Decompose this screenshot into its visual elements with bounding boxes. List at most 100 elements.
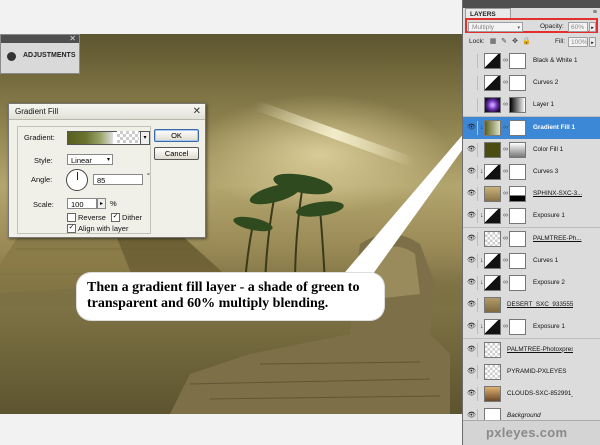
link-chain-icon[interactable]: ∞ bbox=[503, 190, 508, 197]
layer-row[interactable]: 👁 ↓ ∞ Curves 1 bbox=[463, 249, 600, 273]
layer-thumbnail[interactable] bbox=[484, 75, 501, 92]
layer-mask-thumbnail[interactable] bbox=[509, 319, 526, 336]
layer-thumbnail[interactable] bbox=[484, 252, 501, 269]
layer-thumbnail[interactable] bbox=[484, 53, 501, 69]
layer-name[interactable]: CLOUDS-SXC-852991_794... bbox=[507, 390, 573, 397]
layer-mask-thumbnail[interactable] bbox=[509, 53, 526, 69]
layer-row[interactable]: 👁 DESERT_SXC_933555_166... bbox=[463, 294, 600, 318]
eye-icon[interactable]: 👁 bbox=[466, 276, 478, 290]
layer-name[interactable]: Color Fill 1 bbox=[533, 146, 563, 153]
layer-row[interactable]: 👁 ↓ ∞ Exposure 1 bbox=[463, 205, 600, 229]
link-chain-icon[interactable]: ∞ bbox=[503, 79, 508, 86]
link-chain-icon[interactable]: ∞ bbox=[503, 124, 508, 131]
link-chain-icon[interactable]: ∞ bbox=[503, 57, 508, 64]
lock-move-icon[interactable]: ✥ bbox=[511, 38, 519, 46]
layer-name[interactable]: Curves 1 bbox=[533, 257, 558, 264]
layer-name[interactable]: DESERT_SXC_933555_166... bbox=[507, 301, 573, 308]
layer-thumbnail[interactable] bbox=[484, 297, 501, 314]
layer-thumbnail[interactable] bbox=[484, 386, 501, 402]
layer-row[interactable]: ∞ Black & White 1 bbox=[463, 50, 600, 73]
eye-hidden-icon[interactable] bbox=[466, 54, 478, 68]
layer-name[interactable]: SPHINX-SXC-3... bbox=[533, 190, 582, 197]
layer-mask-thumbnail[interactable] bbox=[509, 119, 526, 136]
layer-row[interactable]: 👁 ∞ Color Fill 1 bbox=[463, 138, 600, 162]
layer-name[interactable]: Gradient Fill 1 bbox=[533, 124, 575, 131]
link-chain-icon[interactable]: ∞ bbox=[503, 235, 508, 242]
opacity-slider-arrow-icon[interactable]: ▸ bbox=[589, 22, 596, 32]
eye-icon[interactable]: 👁 bbox=[466, 187, 478, 202]
layer-name[interactable]: Exposure 1 bbox=[533, 212, 565, 219]
layer-row[interactable]: 👁 PYRAMID-PXLEYES bbox=[463, 360, 600, 384]
link-chain-icon[interactable]: ∞ bbox=[503, 168, 508, 175]
layer-row[interactable]: ∞ Curves 2 bbox=[463, 72, 600, 96]
layer-name[interactable]: Black & White 1 bbox=[533, 57, 577, 64]
link-chain-icon[interactable]: ∞ bbox=[503, 279, 508, 286]
lock-brush-icon[interactable]: ✎ bbox=[500, 38, 508, 46]
link-chain-icon[interactable]: ∞ bbox=[503, 257, 508, 264]
eye-icon[interactable]: 👁 bbox=[466, 209, 478, 224]
layer-thumbnail[interactable] bbox=[484, 141, 501, 158]
layer-name[interactable]: Exposure 1 bbox=[533, 323, 565, 330]
layer-name[interactable]: Background bbox=[507, 412, 541, 419]
layer-name[interactable]: PALMTREE-Photoxpress_... bbox=[507, 346, 573, 353]
layer-name[interactable]: Curves 3 bbox=[533, 168, 558, 175]
layer-name[interactable]: Layer 1 bbox=[533, 101, 554, 108]
layer-row[interactable]: ∞ Layer 1 bbox=[463, 94, 600, 118]
layer-row[interactable]: 👁 ↓ ∞ Exposure 1 bbox=[463, 316, 600, 340]
link-chain-icon[interactable]: ∞ bbox=[503, 146, 508, 153]
layer-mask-thumbnail[interactable] bbox=[509, 186, 526, 203]
layer-mask-thumbnail[interactable] bbox=[509, 75, 526, 92]
eye-icon[interactable]: 👁 bbox=[466, 120, 478, 135]
eye-icon[interactable]: 👁 bbox=[466, 165, 478, 179]
layer-mask-thumbnail[interactable] bbox=[509, 164, 526, 180]
fill-input[interactable]: 100% bbox=[568, 37, 588, 47]
blend-mode-select[interactable]: Multiply ▾ bbox=[468, 22, 523, 32]
eye-hidden-icon[interactable] bbox=[466, 98, 478, 113]
layer-thumbnail[interactable] bbox=[484, 186, 501, 203]
layer-thumbnail[interactable] bbox=[484, 164, 501, 180]
layer-thumbnail[interactable] bbox=[484, 363, 501, 380]
link-chain-icon[interactable]: ∞ bbox=[503, 212, 508, 219]
link-chain-icon[interactable]: ∞ bbox=[503, 101, 508, 108]
eye-icon[interactable]: 👁 bbox=[466, 320, 478, 335]
layer-thumbnail[interactable] bbox=[484, 97, 501, 114]
eye-icon[interactable]: 👁 bbox=[466, 387, 478, 401]
layer-mask-thumbnail[interactable] bbox=[509, 230, 526, 247]
layer-mask-thumbnail[interactable] bbox=[509, 141, 526, 158]
layer-thumbnail[interactable] bbox=[484, 230, 501, 247]
layers-panel-titlebar[interactable] bbox=[463, 0, 600, 8]
panel-menu-icon[interactable]: ≡ bbox=[593, 9, 597, 16]
layer-row[interactable]: 👁 ∞ PALMTREE-Ph... bbox=[463, 227, 600, 251]
eye-icon[interactable]: 👁 bbox=[466, 298, 478, 313]
eye-icon[interactable]: 👁 bbox=[466, 364, 478, 379]
layer-row[interactable]: 👁 ↓ ∞ Gradient Fill 1 bbox=[463, 116, 600, 140]
layer-thumbnail[interactable] bbox=[484, 319, 501, 336]
layer-mask-thumbnail[interactable] bbox=[509, 252, 526, 269]
eye-hidden-icon[interactable] bbox=[466, 76, 478, 91]
layer-row[interactable]: 👁 CLOUDS-SXC-852991_794... bbox=[463, 383, 600, 406]
lock-transparent-icon[interactable]: ▦ bbox=[489, 38, 497, 46]
layer-name[interactable]: PALMTREE-Ph... bbox=[533, 235, 582, 242]
layer-name[interactable]: Curves 2 bbox=[533, 79, 558, 86]
eye-icon[interactable]: 👁 bbox=[466, 231, 478, 246]
eye-icon[interactable]: 👁 bbox=[466, 253, 478, 268]
layer-mask-thumbnail[interactable] bbox=[509, 208, 526, 225]
layer-mask-thumbnail[interactable] bbox=[509, 275, 526, 291]
layer-thumbnail[interactable] bbox=[484, 208, 501, 225]
layer-row[interactable]: 👁 ↓ ∞ Curves 3 bbox=[463, 161, 600, 184]
layer-mask-thumbnail[interactable] bbox=[509, 97, 526, 114]
fill-slider-arrow-icon[interactable]: ▸ bbox=[589, 37, 596, 47]
layer-name[interactable]: PYRAMID-PXLEYES bbox=[507, 368, 567, 375]
link-chain-icon[interactable]: ∞ bbox=[503, 323, 508, 330]
layer-row[interactable]: 👁 ∞ SPHINX-SXC-3... bbox=[463, 183, 600, 207]
eye-icon[interactable]: 👁 bbox=[466, 142, 478, 157]
layer-thumbnail[interactable] bbox=[484, 119, 501, 136]
layer-row[interactable]: 👁 ↓ ∞ Exposure 2 bbox=[463, 272, 600, 295]
layer-thumbnail[interactable] bbox=[484, 275, 501, 291]
layer-name[interactable]: Exposure 2 bbox=[533, 279, 565, 286]
layer-thumbnail[interactable] bbox=[484, 341, 501, 358]
lock-all-icon[interactable]: 🔒 bbox=[522, 38, 531, 46]
opacity-input[interactable]: 60% bbox=[568, 22, 588, 32]
layer-row[interactable]: 👁 PALMTREE-Photoxpress_... bbox=[463, 338, 600, 362]
eye-icon[interactable]: 👁 bbox=[466, 342, 478, 357]
